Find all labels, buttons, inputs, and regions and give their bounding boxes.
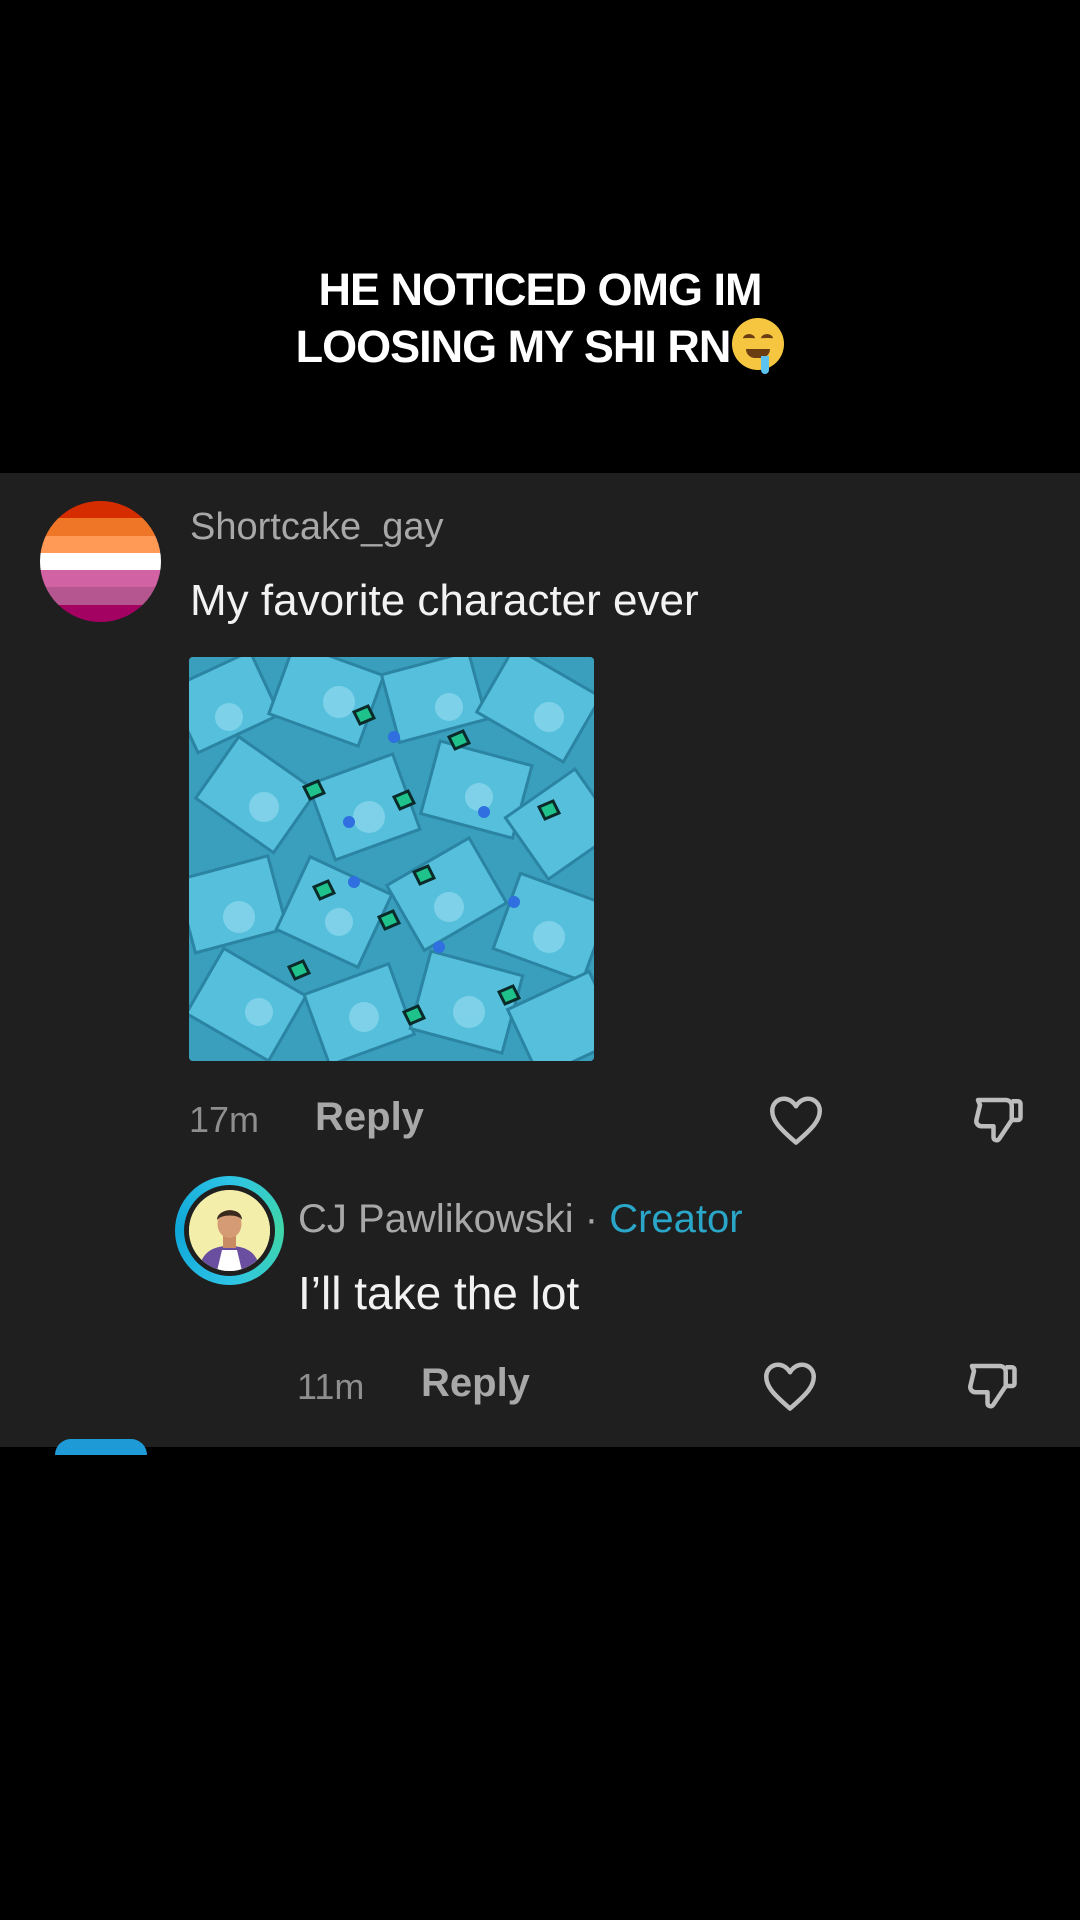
comment-timestamp: 17m [189, 1099, 260, 1140]
dislike-thumb-icon[interactable] [968, 1090, 1028, 1150]
next-comment-avatar-peek [55, 1439, 147, 1455]
video-caption-overlay: HE NOTICED OMG IM LOOSING MY SHI RN [0, 262, 1080, 375]
caption-line-1: HE NOTICED OMG IM [318, 264, 763, 315]
drooling-face-emoji-icon [732, 318, 785, 374]
creator-username-line: CJ Pawlikowski · Creator [298, 1197, 743, 1242]
creator-badge: Creator [609, 1197, 743, 1241]
name-separator: · [584, 1197, 599, 1241]
reply-reply-button[interactable]: Reply [421, 1361, 530, 1406]
creator-photo-icon [189, 1190, 270, 1271]
caption-line-2: LOOSING MY SHI RN [0, 318, 1080, 375]
creator-avatar[interactable] [175, 1176, 284, 1285]
reply-like-heart-icon[interactable] [760, 1356, 820, 1416]
like-heart-icon[interactable] [766, 1090, 826, 1150]
commenter-username[interactable]: Shortcake_gay [190, 506, 444, 549]
comment-attached-image[interactable] [189, 657, 594, 1061]
commenter-avatar[interactable] [40, 501, 161, 622]
reply-timestamp: 11m [297, 1366, 365, 1407]
reply-dislike-thumb-icon[interactable] [962, 1356, 1022, 1416]
comment-text: My favorite character ever [190, 576, 699, 625]
blue-candies-image-icon [189, 657, 594, 1061]
comment-reply-button[interactable]: Reply [315, 1095, 424, 1140]
caption-line-2-text: LOOSING MY SHI RN [295, 321, 732, 372]
creator-username[interactable]: CJ Pawlikowski [298, 1197, 574, 1241]
reply-text: I’ll take the lot [298, 1267, 580, 1319]
